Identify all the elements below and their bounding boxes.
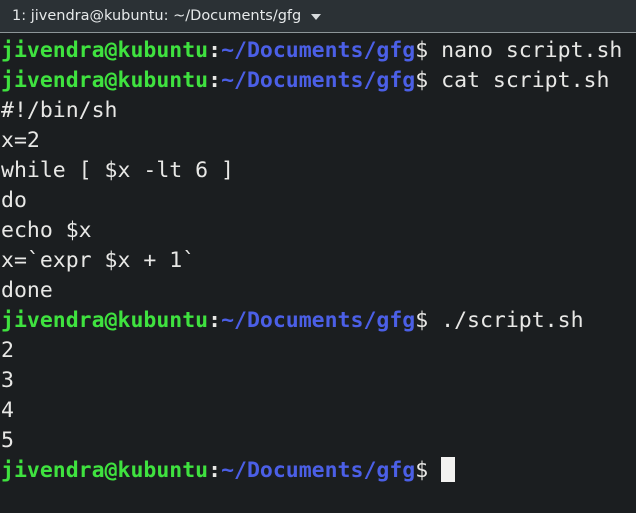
- prompt-sigil: $: [415, 458, 429, 483]
- terminal-output-line: #!/bin/sh: [1, 96, 636, 126]
- prompt-separator: :: [208, 308, 222, 333]
- terminal-text: echo $x: [1, 218, 92, 243]
- terminal-cursor: [441, 457, 456, 482]
- terminal-prompt-line: jivendra@kubuntu:~/Documents/gfg$ ./scri…: [1, 306, 636, 336]
- chevron-down-icon[interactable]: [311, 14, 322, 20]
- terminal-text: do: [1, 188, 27, 213]
- terminal-text: 4: [1, 398, 14, 423]
- terminal-output-line: done: [1, 276, 636, 306]
- terminal-output-line: x=`expr $x + 1`: [1, 246, 636, 276]
- terminal-command: ./script.sh: [428, 308, 584, 333]
- terminal-output-line: echo $x: [1, 216, 636, 246]
- prompt-user-host: jivendra@kubuntu: [1, 308, 209, 333]
- prompt-separator: :: [208, 458, 222, 483]
- terminal-text: 3: [1, 368, 14, 393]
- prompt-sigil: $: [415, 38, 429, 63]
- terminal-text: done: [1, 278, 53, 303]
- terminal-text: while [ $x -lt 6 ]: [1, 158, 234, 183]
- terminal-output-line: while [ $x -lt 6 ]: [1, 156, 636, 186]
- terminal-text: #!/bin/sh: [1, 98, 118, 123]
- terminal-output-line: 3: [1, 366, 636, 396]
- terminal-window: 1: jivendra@kubuntu: ~/Documents/gfg jiv…: [0, 0, 636, 513]
- terminal-output-line: 2: [1, 336, 636, 366]
- terminal-command: cat script.sh: [428, 68, 610, 93]
- terminal-prompt-line: jivendra@kubuntu:~/Documents/gfg$ cat sc…: [1, 66, 636, 96]
- terminal-text: x=2: [1, 128, 40, 153]
- prompt-user-host: jivendra@kubuntu: [1, 68, 209, 93]
- terminal-output-line: do: [1, 186, 636, 216]
- tab-bar: 1: jivendra@kubuntu: ~/Documents/gfg: [0, 0, 636, 33]
- terminal-command: [428, 458, 441, 483]
- prompt-separator: :: [208, 68, 222, 93]
- terminal-command: nano script.sh: [428, 38, 623, 63]
- terminal-tab-label: 1: jivendra@kubuntu: ~/Documents/gfg: [12, 7, 302, 24]
- prompt-user-host: jivendra@kubuntu: [1, 38, 209, 63]
- prompt-path: ~/Documents/gfg: [221, 68, 416, 93]
- terminal-text: 5: [1, 428, 14, 453]
- terminal-tab[interactable]: 1: jivendra@kubuntu: ~/Documents/gfg: [8, 0, 325, 32]
- terminal-output-line: 4: [1, 396, 636, 426]
- terminal-output-area[interactable]: jivendra@kubuntu:~/Documents/gfg$ nano s…: [0, 33, 636, 513]
- terminal-output-line: 5: [1, 426, 636, 456]
- terminal-prompt-line: jivendra@kubuntu:~/Documents/gfg$ nano s…: [1, 36, 636, 66]
- terminal-output-line: x=2: [1, 126, 636, 156]
- terminal-prompt-line: jivendra@kubuntu:~/Documents/gfg$: [1, 456, 636, 486]
- prompt-user-host: jivendra@kubuntu: [1, 458, 209, 483]
- prompt-path: ~/Documents/gfg: [221, 458, 416, 483]
- prompt-sigil: $: [415, 68, 429, 93]
- prompt-path: ~/Documents/gfg: [221, 38, 416, 63]
- prompt-separator: :: [208, 38, 222, 63]
- prompt-path: ~/Documents/gfg: [221, 308, 416, 333]
- terminal-text: 2: [1, 338, 14, 363]
- prompt-sigil: $: [415, 308, 429, 333]
- terminal-text: x=`expr $x + 1`: [1, 248, 196, 273]
